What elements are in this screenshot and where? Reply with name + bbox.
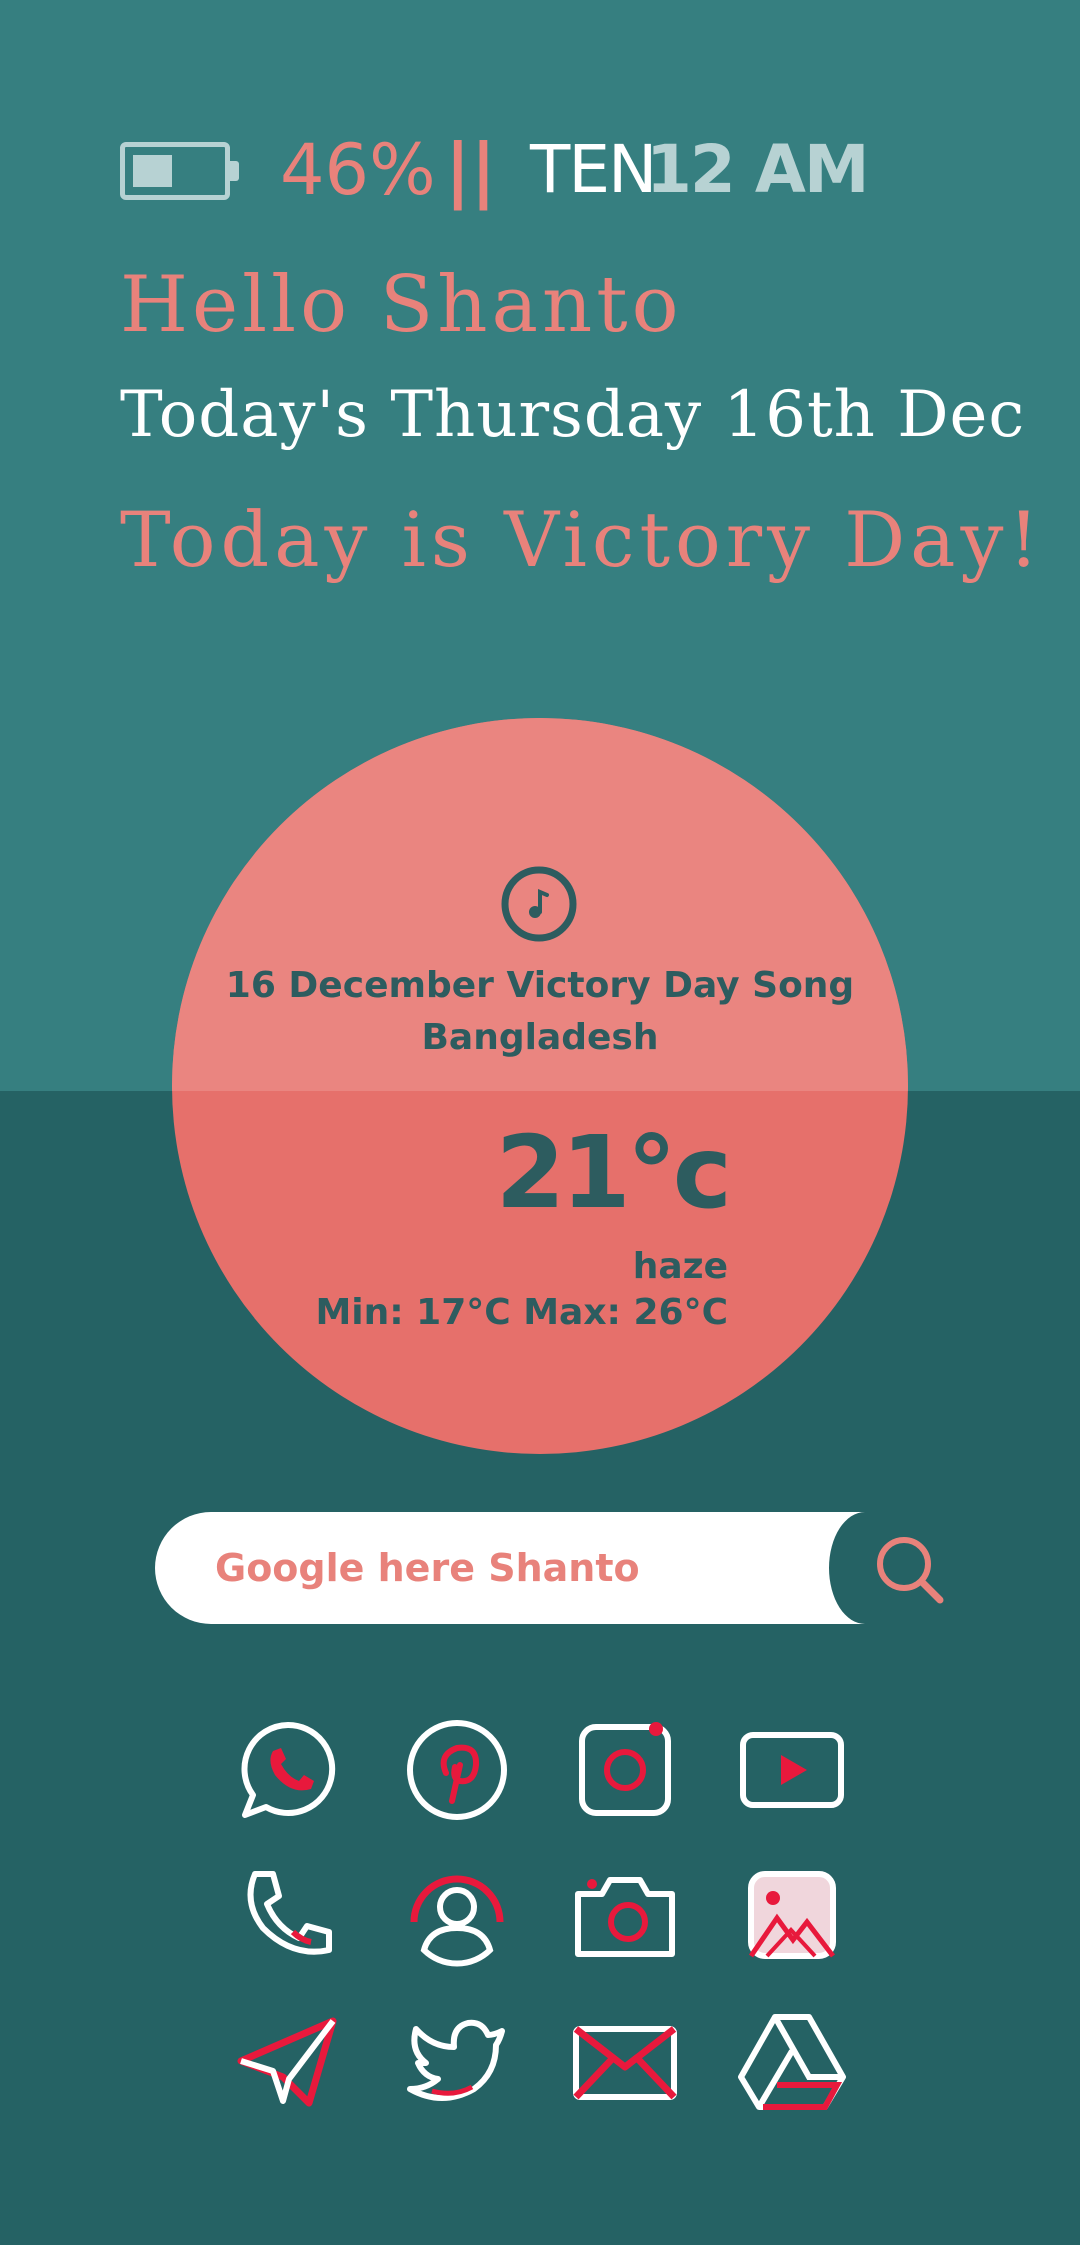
search-input[interactable]: Google here Shanto (215, 1512, 640, 1624)
drive-icon[interactable] (737, 2007, 847, 2117)
gallery-icon[interactable] (737, 1862, 847, 1972)
greeting-date: Today's Thursday 16th Dec (120, 378, 1026, 452)
phone-icon[interactable] (233, 1862, 343, 1972)
battery-percent: 46% (280, 129, 436, 211)
hour-word: TEN (530, 131, 657, 208)
music-weather-widget: 16 December Victory Day Song Bangladesh … (172, 718, 908, 1454)
gmail-icon[interactable] (570, 2007, 680, 2117)
camera-icon[interactable] (570, 1862, 680, 1972)
whatsapp-icon[interactable] (233, 1715, 343, 1825)
telegram-icon[interactable] (233, 2007, 343, 2117)
battery-icon (120, 142, 239, 200)
twitter-icon[interactable] (402, 2007, 512, 2117)
song-title[interactable]: 16 December Victory Day Song Bangladesh (212, 960, 868, 1064)
search-bar[interactable]: Google here Shanto (155, 1512, 901, 1624)
instagram-icon[interactable] (570, 1715, 680, 1825)
weather-condition: haze (632, 1246, 728, 1287)
search-icon[interactable] (872, 1532, 948, 1608)
greeting-special: Today is Victory Day! (120, 495, 1044, 584)
greeting-hello: Hello Shanto (120, 260, 683, 350)
battery-fill (133, 155, 172, 187)
temperature-range: Min: 17°C Max: 26°C (315, 1292, 728, 1333)
separator: || (445, 129, 497, 211)
status-row: 46% || TEN 12 AM (120, 130, 1020, 210)
youtube-icon[interactable] (737, 1715, 847, 1825)
music-note-icon[interactable] (499, 864, 579, 944)
temperature: 21°c (495, 1114, 732, 1231)
pinterest-icon[interactable] (402, 1715, 512, 1825)
contacts-icon[interactable] (402, 1862, 512, 1972)
clock-time[interactable]: 12 AM (646, 130, 870, 210)
